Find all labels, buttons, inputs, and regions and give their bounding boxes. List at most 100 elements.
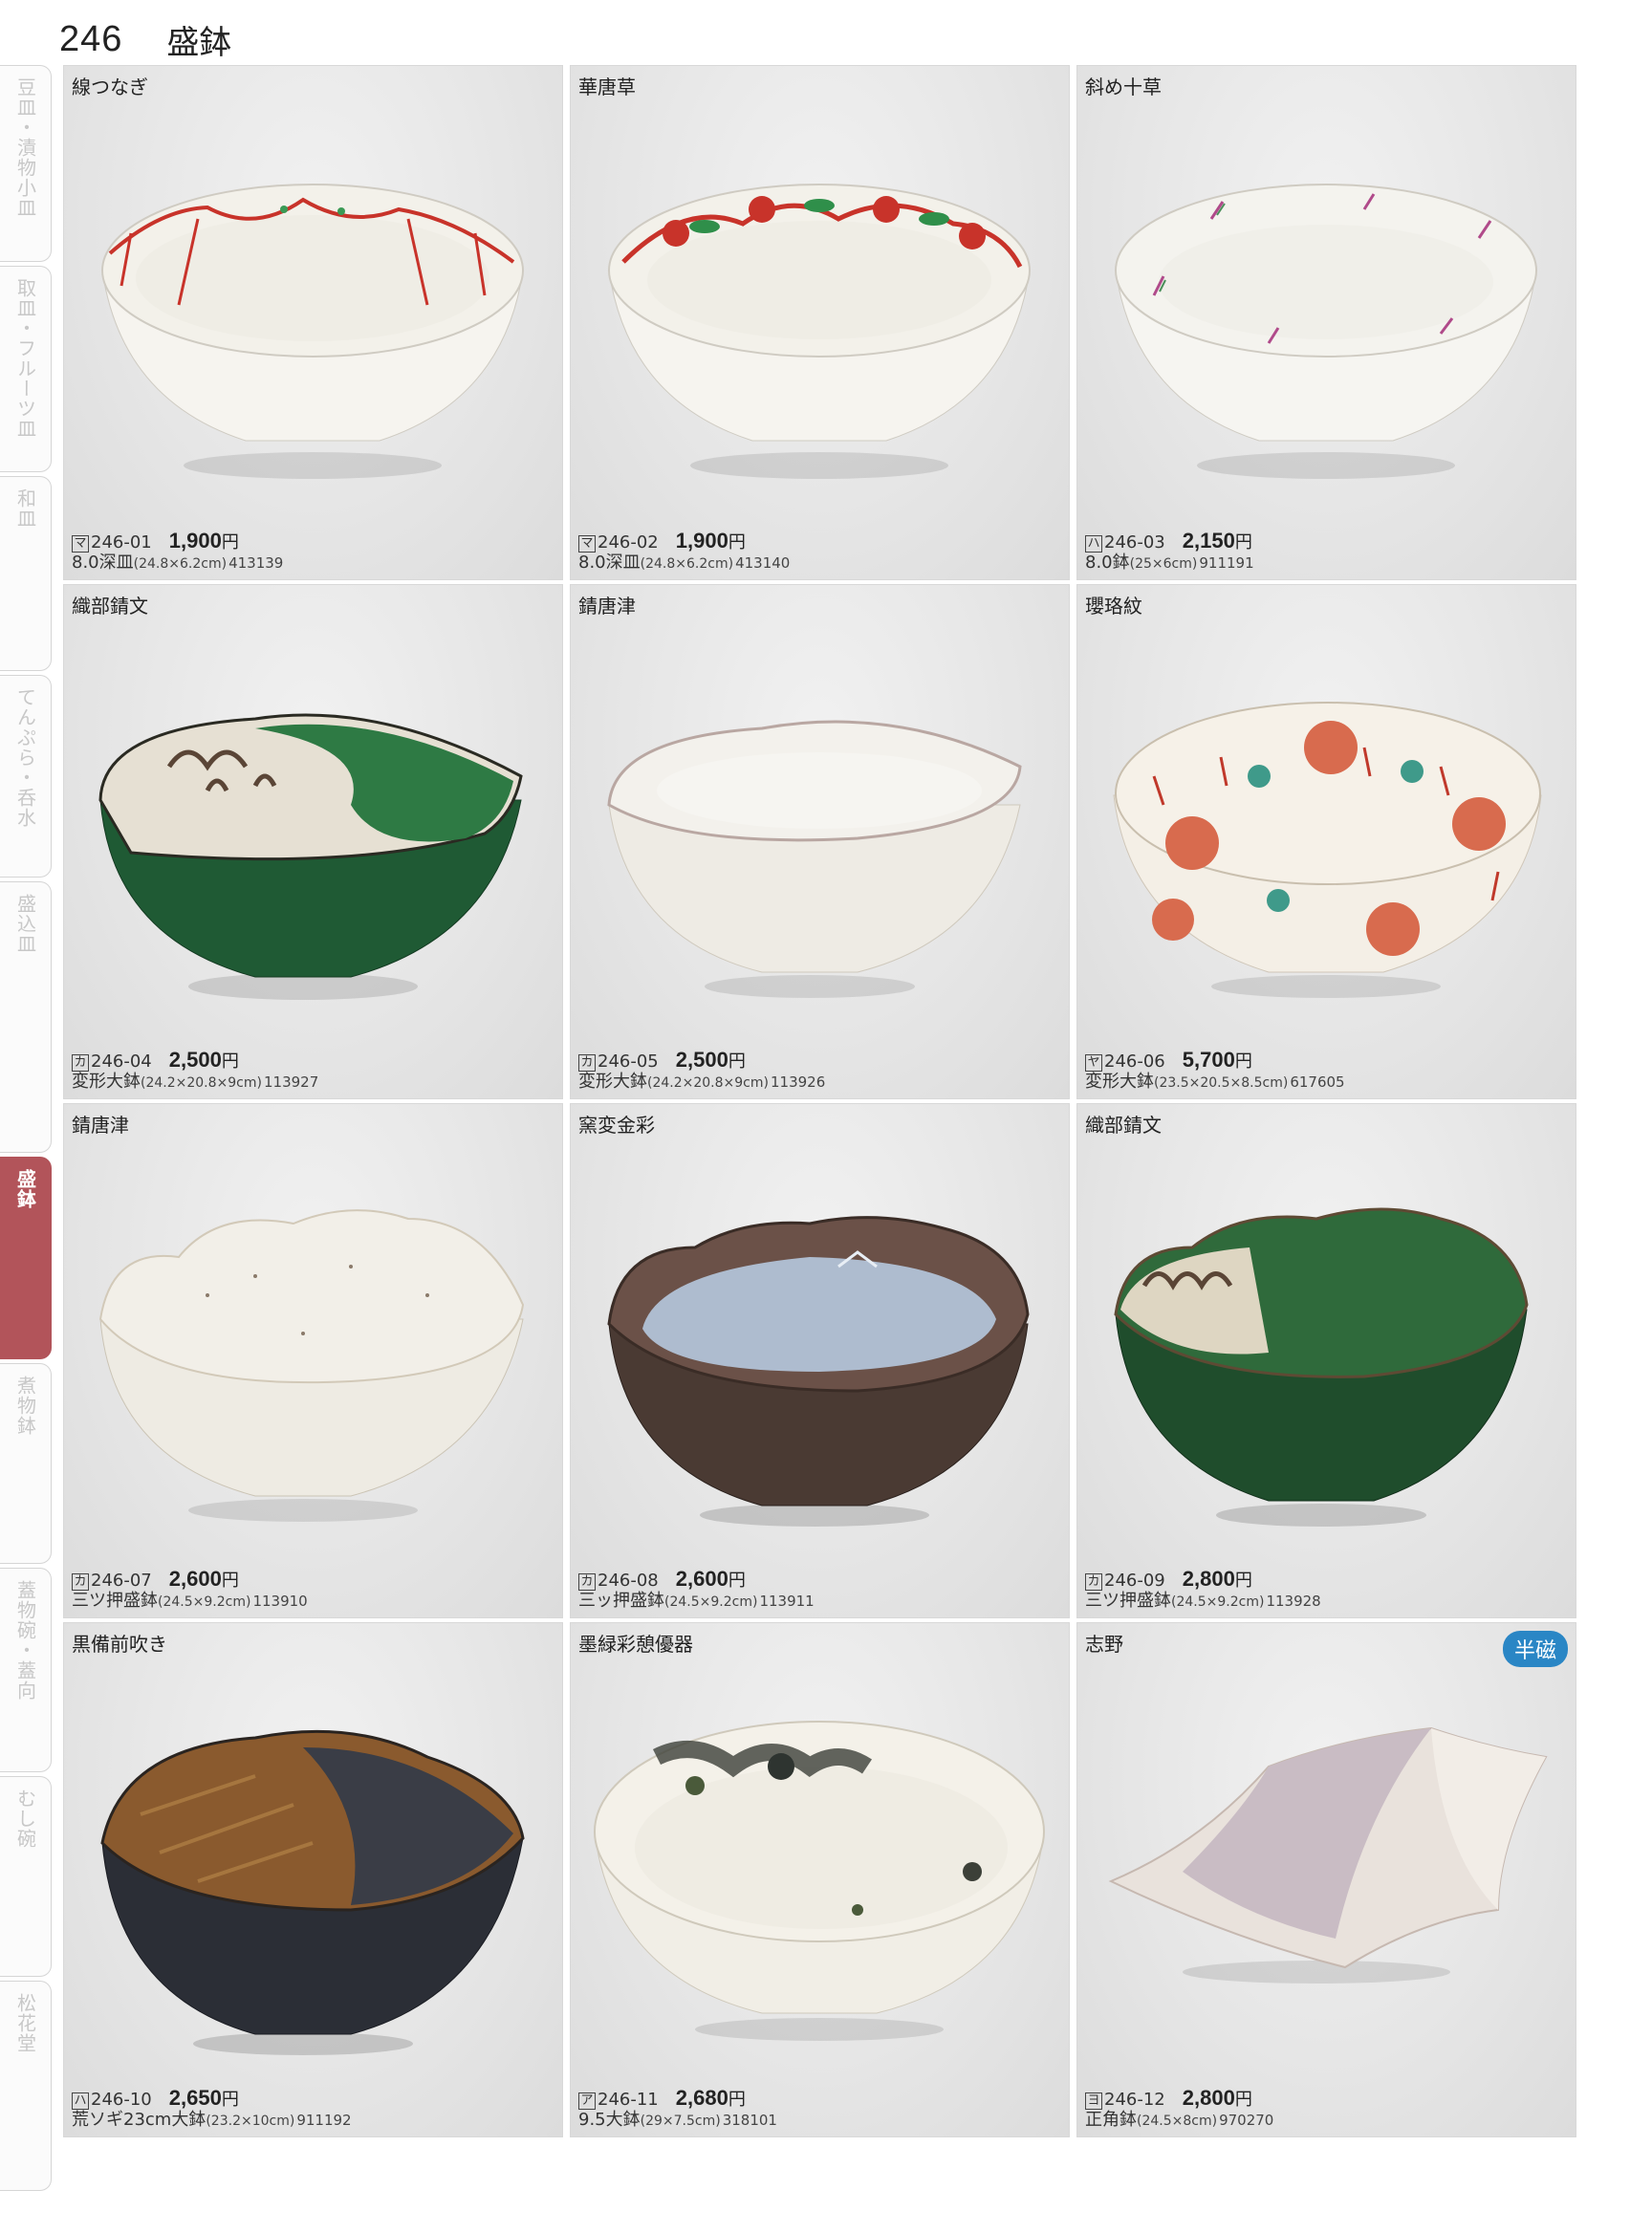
product-dimensions: (24.2×20.8×9cm) <box>647 1075 769 1092</box>
product-price: 2,150 <box>1182 529 1235 553</box>
product-dimensions: (23.2×10cm) <box>206 2114 295 2130</box>
product-price: 2,650 <box>168 2086 222 2111</box>
product-info: ヤ 246-06 5,700 円 変形大鉢(23.5×20.5×8.5cm) 61760… <box>1085 1048 1345 1093</box>
index-tab-wazara[interactable]: 和皿 <box>0 476 52 671</box>
product-dimensions: (24.5×9.2cm) <box>664 1594 758 1611</box>
supplier-mark: カ <box>1085 1573 1102 1592</box>
product-jan: 970270 <box>1219 2112 1274 2130</box>
product-price: 2,500 <box>675 1048 728 1073</box>
product-code: 246-09 <box>1104 1571 1165 1592</box>
product-card[interactable]: 織部錆文 カ 246-09 2,800 円 三ツ押盛鉢(24.5×9.2cm) 1139… <box>1076 1103 1576 1618</box>
product-name: 8.0深皿 <box>578 553 641 574</box>
product-info: ハ 246-10 2,650 円 荒ソギ23cm大鉢(23.2×10cm) 911192 <box>72 2086 352 2131</box>
product-code: 246-11 <box>598 2090 659 2111</box>
product-name: 8.0鉢 <box>1085 553 1130 574</box>
index-tab-morikomi[interactable]: 盛込皿 <box>0 881 52 1153</box>
product-dimensions: (29×7.5cm) <box>640 2114 721 2130</box>
product-code: 246-07 <box>91 1571 152 1592</box>
product-code: 246-01 <box>91 532 152 553</box>
product-card[interactable]: 華唐草 マ 246-02 1,900 円 8.0深皿(24.8×6.2cm) 41314… <box>570 65 1070 580</box>
supplier-mark: カ <box>578 1054 596 1073</box>
index-tab-mamezara[interactable]: 豆皿・漬物小皿 <box>0 65 52 262</box>
product-jan: 113927 <box>263 1073 319 1092</box>
product-jan: 911192 <box>296 2112 352 2130</box>
supplier-mark: マ <box>72 535 89 553</box>
product-jan: 413140 <box>735 554 791 573</box>
product-name: 8.0深皿 <box>72 553 134 574</box>
index-tab-torizara[interactable]: 取皿・フルーツ皿 <box>0 266 52 472</box>
page-number: 246 <box>59 18 123 59</box>
product-price: 5,700 <box>1182 1048 1235 1073</box>
product-image <box>1115 184 1537 479</box>
product-price: 2,600 <box>675 1567 728 1592</box>
product-name: 変形大鉢 <box>578 1072 647 1093</box>
product-jan: 113911 <box>759 1593 815 1611</box>
index-tab-morihachi[interactable]: 盛鉢 <box>0 1157 52 1359</box>
product-price: 2,680 <box>675 2086 728 2111</box>
product-image <box>100 1729 525 2055</box>
product-image <box>594 1721 1045 2041</box>
product-price: 2,500 <box>168 1048 222 1073</box>
product-name: 正角鉢 <box>1085 2110 1137 2131</box>
product-code: 246-02 <box>598 532 659 553</box>
product-card[interactable]: 斜め十草 ハ 246-03 2,150 円 8.0鉢(25×6cm) 911191 <box>1076 65 1576 580</box>
product-image <box>98 1209 525 1522</box>
product-jan: 617605 <box>1290 1073 1345 1092</box>
product-jan: 911191 <box>1199 554 1254 573</box>
product-card[interactable]: 黒備前吹き ハ 246-10 2,650 円 荒ソギ23cm大鉢(23.2×10cm)… <box>63 1622 563 2137</box>
product-price: 1,900 <box>675 529 728 553</box>
product-dimensions: (23.5×20.5×8.5cm) <box>1154 1075 1289 1092</box>
product-name: 荒ソギ23cm大鉢 <box>72 2110 206 2131</box>
product-card[interactable]: 窯変金彩 カ 246-08 2,600 円 三ッ押盛鉢(24.5×9.2cm) 1139… <box>570 1103 1070 1618</box>
product-price: 2,800 <box>1182 1567 1235 1592</box>
product-name: 変形大鉢 <box>72 1072 141 1093</box>
product-code: 246-06 <box>1104 1051 1165 1073</box>
product-info: カ 246-05 2,500 円 変形大鉢(24.2×20.8×9cm) 113926 <box>578 1048 826 1093</box>
product-image <box>1114 1207 1529 1527</box>
index-tab-futamono[interactable]: 蓋物碗・蓋向 <box>0 1568 52 1772</box>
product-name: 変形大鉢 <box>1085 1072 1154 1093</box>
product-image <box>1113 702 1542 998</box>
product-dimensions: (24.5×8cm) <box>1137 2114 1218 2130</box>
supplier-mark: マ <box>578 535 596 553</box>
product-card[interactable]: 墨緑彩憩優器 ア 246-11 2,680 円 9.5大鉢(29×7.5cm) 3181… <box>570 1622 1070 2137</box>
product-card[interactable]: 志野 半磁 ヨ 246-12 2,800 円 正角鉢(24.5×8cm) 970270 <box>1076 1622 1576 2137</box>
product-name: 三ツ押盛鉢 <box>1085 1591 1171 1612</box>
product-image <box>101 184 524 479</box>
product-image <box>98 713 523 1000</box>
supplier-mark: ハ <box>72 2092 89 2111</box>
product-image <box>607 1216 1030 1527</box>
index-tab-nimono[interactable]: 煮物鉢 <box>0 1363 52 1564</box>
product-card[interactable]: 線つなぎ マ 246-01 1,900 円 8.0深皿(24.8×6.2cm) 4131… <box>63 65 563 580</box>
supplier-mark: カ <box>578 1573 596 1592</box>
supplier-mark: カ <box>72 1573 89 1592</box>
product-dimensions: (24.5×9.2cm) <box>1171 1594 1265 1611</box>
product-card[interactable]: 錆唐津 カ 246-07 2,600 円 三ツ押盛鉢(24.5×9.2cm) 11391… <box>63 1103 563 1618</box>
index-tab-mushiwan[interactable]: むし碗 <box>0 1776 52 1977</box>
product-dimensions: (24.8×6.2cm) <box>640 556 734 573</box>
supplier-mark: ハ <box>1085 535 1102 553</box>
product-card[interactable]: 錆唐津 カ 246-05 2,500 円 変形大鉢(24.2×20.8×9cm) 113… <box>570 584 1070 1099</box>
product-image <box>1108 1726 1548 1984</box>
product-name: 9.5大鉢 <box>578 2110 641 2131</box>
product-info: ア 246-11 2,680 円 9.5大鉢(29×7.5cm) 318101 <box>578 2086 777 2131</box>
product-price: 2,600 <box>168 1567 222 1592</box>
product-code: 246-10 <box>91 2090 152 2111</box>
index-tab-shokado[interactable]: 松花堂 <box>0 1981 52 2191</box>
product-jan: 113928 <box>1266 1593 1321 1611</box>
product-jan: 318101 <box>722 2112 777 2130</box>
product-info: カ 246-07 2,600 円 三ツ押盛鉢(24.5×9.2cm) 113910 <box>72 1567 308 1612</box>
product-price: 2,800 <box>1182 2086 1235 2111</box>
product-price: 1,900 <box>168 529 222 553</box>
product-card[interactable]: 織部錆文 カ 246-04 2,500 円 変形大鉢(24.2×20.8×9cm) 11… <box>63 584 563 1099</box>
product-card[interactable]: 瓔珞紋 ヤ 246-06 5,700 円 変形大鉢(23.5×20.5×8.5cm) 6… <box>1076 584 1576 1099</box>
page-header: 246 盛鉢 <box>59 15 231 63</box>
supplier-mark: カ <box>72 1054 89 1073</box>
index-tab-tenpura[interactable]: てんぷら・呑水 <box>0 675 52 878</box>
product-jan: 113926 <box>770 1073 826 1092</box>
product-info: マ 246-02 1,900 円 8.0深皿(24.8×6.2cm) 413140 <box>578 529 791 574</box>
product-jan: 413139 <box>228 554 284 573</box>
product-info: ハ 246-03 2,150 円 8.0鉢(25×6cm) 911191 <box>1085 529 1254 574</box>
product-dimensions: (25×6cm) <box>1129 556 1198 573</box>
product-name: 三ッ押盛鉢 <box>578 1591 664 1612</box>
